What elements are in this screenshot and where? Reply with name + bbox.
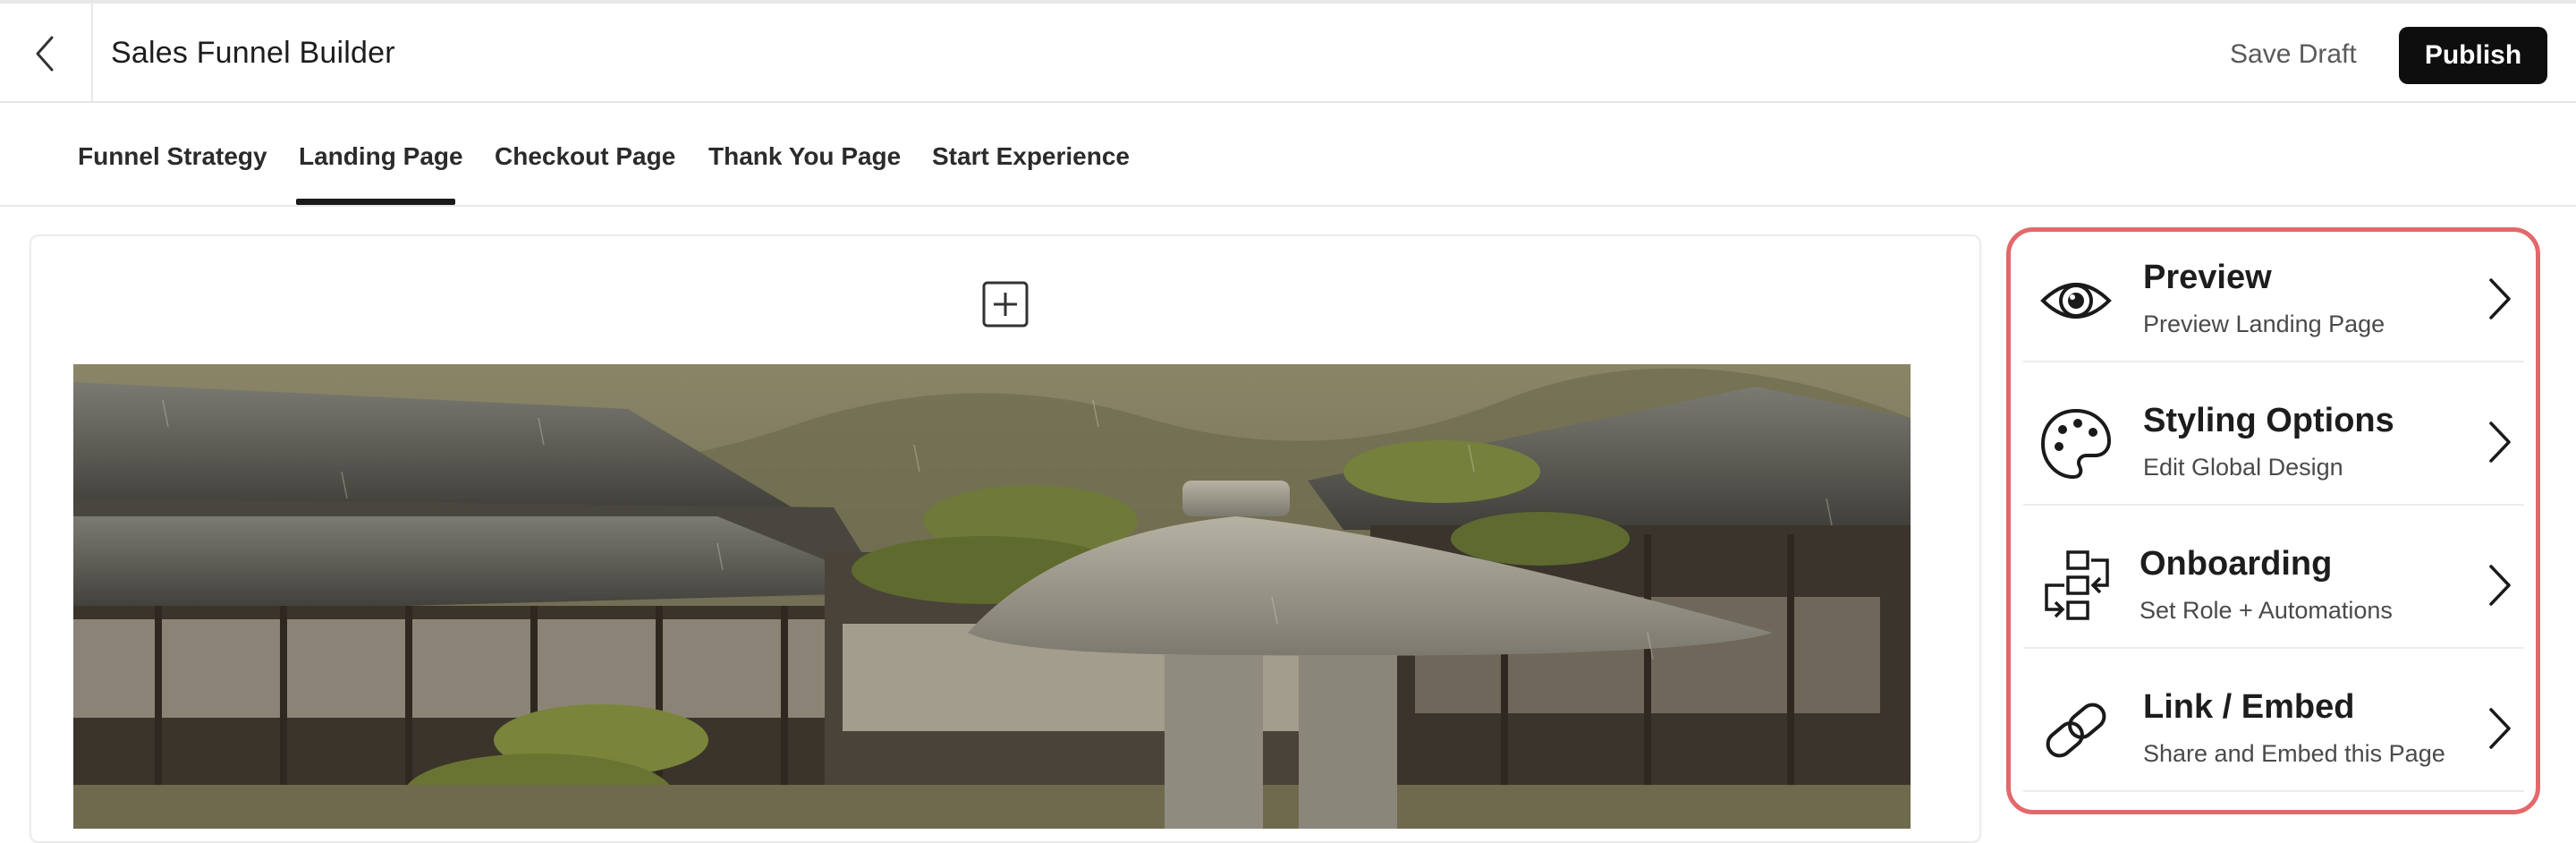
preview-subtitle: Preview Landing Page <box>2143 311 2385 337</box>
palette-icon <box>2040 408 2112 480</box>
styling-options-title: Styling Options <box>2143 402 2394 439</box>
page-actions-panel: Preview Preview Landing Page Styling Opt… <box>2006 227 2540 814</box>
divider <box>2023 504 2524 506</box>
divider <box>2023 361 2524 362</box>
chevron-right-icon <box>2489 278 2511 319</box>
preview-title: Preview <box>2143 259 2272 296</box>
link-icon <box>2046 702 2106 758</box>
link-embed-item[interactable]: Link / Embed Share and Embed this Page <box>2020 661 2527 787</box>
chevron-left-icon <box>36 36 54 71</box>
tab-funnel-strategy[interactable]: Funnel Strategy <box>78 142 267 171</box>
tab-start-experience[interactable]: Start Experience <box>932 142 1130 171</box>
hero-image[interactable] <box>73 364 1911 829</box>
top-bar: Sales Funnel Builder Save Draft Publish <box>0 0 2576 103</box>
divider <box>2023 647 2524 649</box>
page-title: Sales Funnel Builder <box>111 36 395 70</box>
link-embed-title: Link / Embed <box>2143 688 2355 726</box>
back-button[interactable] <box>0 4 93 103</box>
eye-icon <box>2040 283 2112 319</box>
onboarding-title: Onboarding <box>2140 545 2333 583</box>
active-tab-indicator <box>296 199 455 205</box>
chevron-right-icon <box>2489 708 2511 749</box>
tab-landing-page[interactable]: Landing Page <box>299 142 463 171</box>
styling-options-item[interactable]: Styling Options Edit Global Design <box>2020 375 2527 500</box>
workflow-icon <box>2045 550 2109 620</box>
tab-checkout-page[interactable]: Checkout Page <box>495 142 675 171</box>
save-draft-button[interactable]: Save Draft <box>2230 39 2357 70</box>
link-embed-subtitle: Share and Embed this Page <box>2143 740 2445 767</box>
styling-options-subtitle: Edit Global Design <box>2143 454 2343 481</box>
divider <box>2023 790 2524 792</box>
publish-button[interactable]: Publish <box>2399 27 2547 84</box>
plus-square-icon <box>982 281 1029 328</box>
chevron-right-icon <box>2489 565 2511 606</box>
tab-bar: Funnel Strategy Landing Page Checkout Pa… <box>0 103 2576 207</box>
tab-thank-you-page[interactable]: Thank You Page <box>708 142 901 171</box>
onboarding-subtitle: Set Role + Automations <box>2140 597 2393 624</box>
preview-item[interactable]: Preview Preview Landing Page <box>2020 232 2527 357</box>
onboarding-item[interactable]: Onboarding Set Role + Automations <box>2020 518 2527 643</box>
add-block-button[interactable] <box>981 280 1030 328</box>
garden-photo <box>73 364 1911 829</box>
chevron-right-icon <box>2489 422 2511 463</box>
